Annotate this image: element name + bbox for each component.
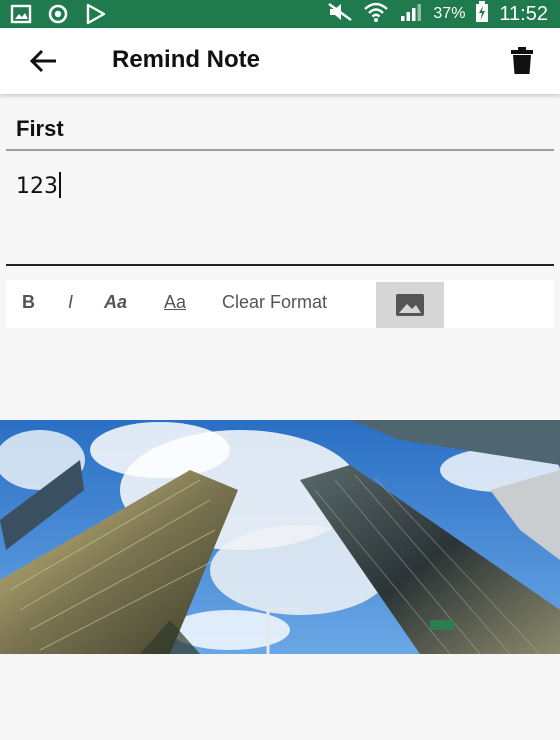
- battery-percentage: 37%: [433, 5, 466, 22]
- wifi-icon: [363, 1, 389, 28]
- arrow-left-icon: [26, 49, 62, 80]
- signal-icon: [399, 2, 423, 27]
- back-button[interactable]: [26, 46, 62, 76]
- bold-button[interactable]: B: [22, 292, 35, 313]
- text-cursor: [59, 172, 61, 198]
- battery-charging-icon: [475, 0, 489, 28]
- clear-format-button[interactable]: Clear Format: [222, 292, 327, 313]
- underline-button[interactable]: Aa: [164, 292, 186, 313]
- bold-italic-button[interactable]: Aa: [104, 292, 127, 313]
- note-body-text: 123: [16, 174, 58, 199]
- format-toolbar: B I Aa Aa Clear Format: [6, 280, 554, 328]
- gallery-icon: [10, 3, 32, 30]
- note-title-input[interactable]: First: [16, 116, 64, 142]
- inserted-photo[interactable]: [0, 420, 560, 654]
- insert-image-button[interactable]: [376, 282, 444, 328]
- clock: 11:52: [499, 2, 548, 25]
- app-bar: Remind Note: [0, 28, 560, 94]
- delete-button[interactable]: [508, 46, 536, 76]
- italic-button[interactable]: I: [68, 292, 73, 313]
- play-store-icon: [84, 3, 106, 30]
- trash-icon: [508, 47, 536, 80]
- sync-icon: [46, 3, 70, 30]
- status-bar: 37% 11:52: [0, 0, 560, 28]
- mute-icon: [327, 2, 353, 27]
- body-divider: [6, 264, 554, 266]
- page-title: Remind Note: [112, 46, 261, 73]
- image-icon: [376, 294, 444, 332]
- title-divider: [6, 149, 554, 151]
- note-body-editor[interactable]: 123: [16, 172, 61, 199]
